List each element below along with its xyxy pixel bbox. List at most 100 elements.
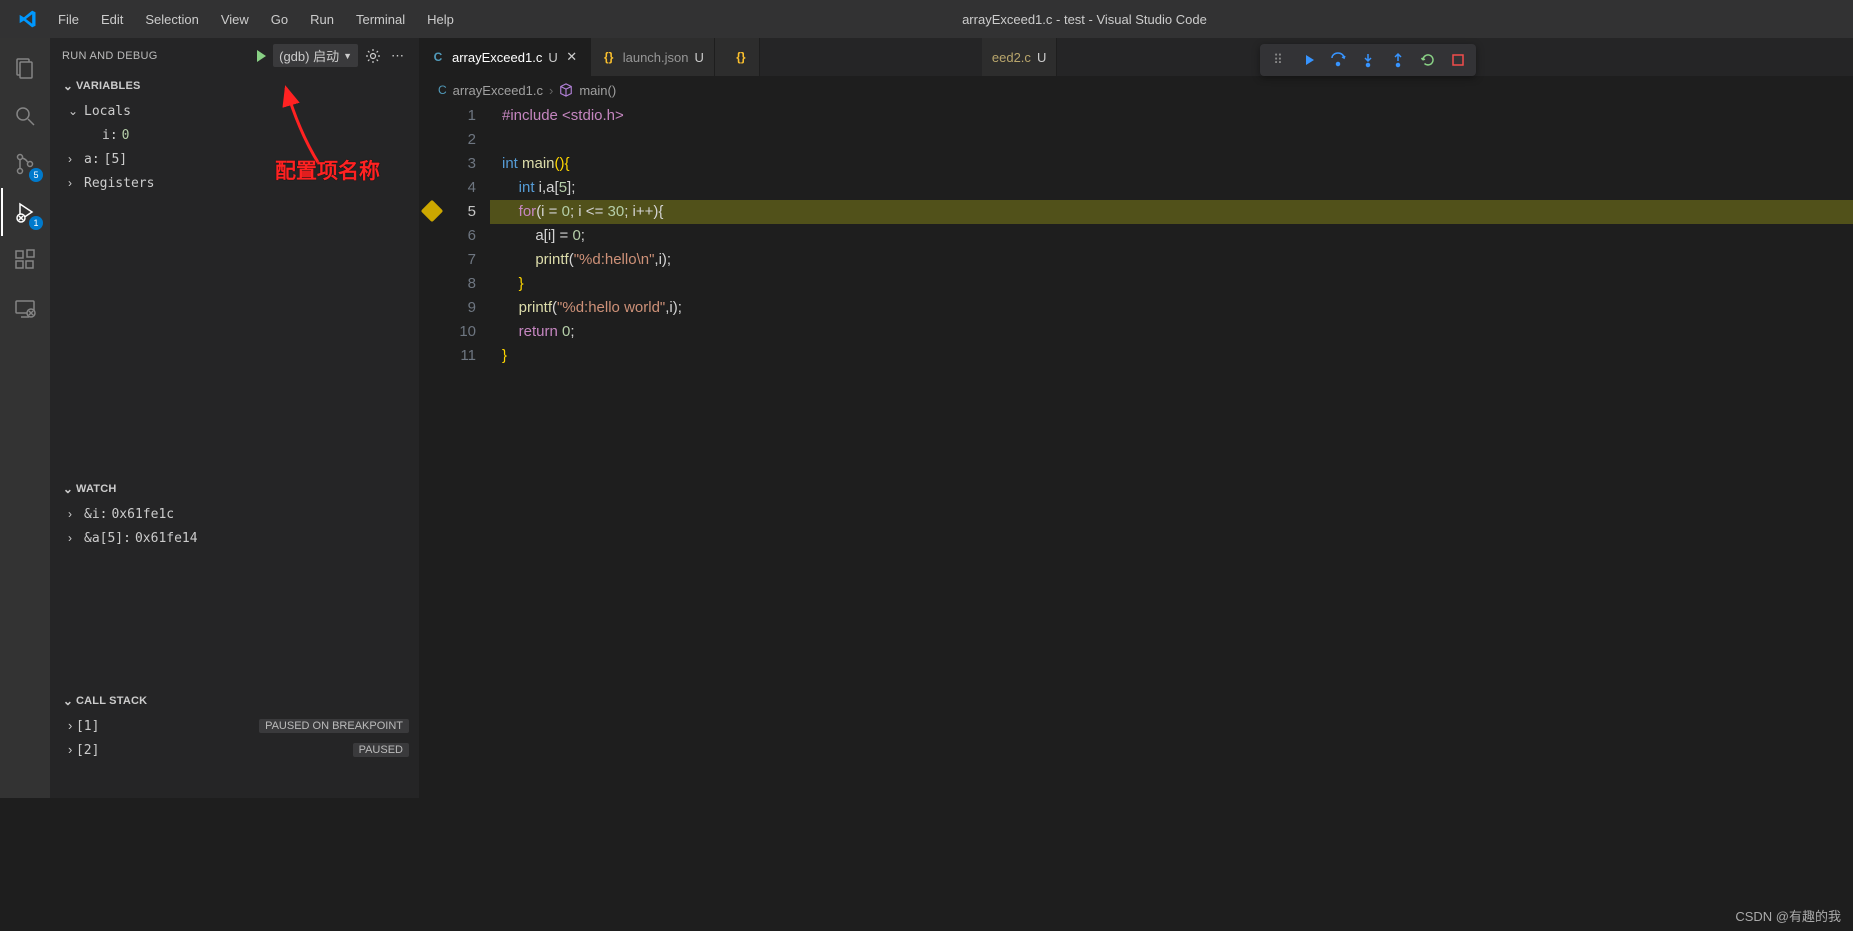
- editor-tabs: C arrayExceed1.c U ✕ {} launch.json U {}…: [420, 38, 1853, 76]
- sidebar-title: RUN AND DEBUG: [62, 50, 253, 62]
- line-number[interactable]: 11: [446, 344, 476, 368]
- chevron-right-icon: ›: [549, 83, 553, 98]
- line-number[interactable]: 2: [446, 128, 476, 152]
- chevron-right-icon: ›: [68, 152, 84, 166]
- activity-remote[interactable]: [1, 284, 49, 332]
- menu-run[interactable]: Run: [300, 8, 344, 31]
- debug-stop-button[interactable]: [1444, 47, 1472, 73]
- code-line[interactable]: [490, 128, 1853, 152]
- line-number[interactable]: 8: [446, 272, 476, 296]
- callstack-label: CALL STACK: [76, 695, 147, 707]
- chevron-right-icon: ›: [68, 531, 84, 545]
- callstack-header[interactable]: ⌄ CALL STACK: [50, 688, 419, 714]
- chevron-down-icon: ▼: [343, 51, 352, 61]
- editor-group: ⠿ C arrayExceed1.c U ✕ {} launch.json U …: [420, 38, 1853, 798]
- debug-step-out-button[interactable]: [1384, 47, 1412, 73]
- debug-step-into-button[interactable]: [1354, 47, 1382, 73]
- variable-a-name: a:: [84, 152, 100, 167]
- line-number[interactable]: 7: [446, 248, 476, 272]
- variable-a[interactable]: › a: [5]: [50, 147, 419, 171]
- debug-toolbar[interactable]: ⠿: [1260, 44, 1476, 76]
- scm-badge: 5: [29, 168, 43, 182]
- menubar: File Edit Selection View Go Run Terminal…: [48, 8, 464, 31]
- code-line-current[interactable]: for(i = 0; i <= 30; i++){: [490, 200, 1853, 224]
- callstack-1-name: [1]: [76, 719, 99, 734]
- activity-scm[interactable]: 5: [1, 140, 49, 188]
- variables-scope-registers[interactable]: › Registers: [50, 171, 419, 195]
- code-line[interactable]: #include <stdio.h>: [490, 104, 1853, 128]
- debug-more-button[interactable]: ⋯: [388, 45, 407, 67]
- watch-expr-2[interactable]: › &a[5]: 0x61fe14: [50, 526, 419, 550]
- line-number[interactable]: 3: [446, 152, 476, 176]
- menu-selection[interactable]: Selection: [135, 8, 208, 31]
- watch-expr-1[interactable]: › &i: 0x61fe1c: [50, 502, 419, 526]
- watch-1-value: 0x61fe1c: [107, 507, 174, 522]
- variables-scope-locals[interactable]: ⌄ Locals: [50, 99, 419, 123]
- tab-arrayexceed1[interactable]: C arrayExceed1.c U ✕: [420, 38, 591, 76]
- tab-3-label: eed2.c: [992, 50, 1031, 65]
- debug-restart-button[interactable]: [1414, 47, 1442, 73]
- activity-debug[interactable]: 1: [1, 188, 49, 236]
- tab-3-modified: U: [1037, 50, 1046, 65]
- menu-file[interactable]: File: [48, 8, 89, 31]
- gutter[interactable]: 1 2 3 4 5 6 7 8 9 10 11: [420, 104, 490, 798]
- debug-badge: 1: [29, 216, 43, 230]
- chevron-right-icon: ›: [68, 742, 72, 757]
- breadcrumb[interactable]: C arrayExceed1.c › main(): [420, 76, 1853, 104]
- watch-section: ⌄ WATCH › &i: 0x61fe1c › &a[5]: 0x61fe14: [50, 476, 419, 688]
- variables-header[interactable]: ⌄ VARIABLES: [50, 73, 419, 99]
- breadcrumb-file[interactable]: arrayExceed1.c: [453, 83, 543, 98]
- menu-edit[interactable]: Edit: [91, 8, 133, 31]
- debug-continue-button[interactable]: [1294, 47, 1322, 73]
- code-line[interactable]: }: [490, 272, 1853, 296]
- debug-start-button[interactable]: [253, 48, 269, 64]
- menu-view[interactable]: View: [211, 8, 259, 31]
- watch-header[interactable]: ⌄ WATCH: [50, 476, 419, 502]
- callstack-frame-1[interactable]: › [1] PAUSED ON BREAKPOINT: [50, 714, 419, 738]
- debug-config-select[interactable]: (gdb) 启动 ▼: [273, 44, 358, 67]
- tab-eed2[interactable]: eed2.c U: [982, 38, 1057, 76]
- grip-icon[interactable]: ⠿: [1264, 47, 1292, 73]
- menu-terminal[interactable]: Terminal: [346, 8, 415, 31]
- variables-label: VARIABLES: [76, 80, 141, 92]
- code-line[interactable]: printf("%d:hello world",i);: [490, 296, 1853, 320]
- watch-1-name: &i:: [84, 507, 107, 522]
- debug-settings-button[interactable]: [362, 45, 384, 67]
- code-line[interactable]: int i,a[5];: [490, 176, 1853, 200]
- line-number-current[interactable]: 5: [446, 200, 476, 224]
- callstack-frame-2[interactable]: › [2] PAUSED: [50, 738, 419, 762]
- menu-go[interactable]: Go: [261, 8, 298, 31]
- line-number[interactable]: 6: [446, 224, 476, 248]
- vscode-logo-icon: [18, 9, 38, 29]
- code-line[interactable]: printf("%d:hello\n",i);: [490, 248, 1853, 272]
- titlebar: File Edit Selection View Go Run Terminal…: [0, 0, 1853, 38]
- tab-launchjson[interactable]: {} launch.json U: [591, 38, 715, 76]
- breakpoint-current-icon: [421, 200, 444, 223]
- line-number[interactable]: 9: [446, 296, 476, 320]
- tab-json-unnamed[interactable]: {}: [715, 38, 760, 76]
- line-number[interactable]: 1: [446, 104, 476, 128]
- close-icon[interactable]: ✕: [564, 49, 580, 65]
- activity-search[interactable]: [1, 92, 49, 140]
- activity-explorer[interactable]: [1, 44, 49, 92]
- code-line[interactable]: }: [490, 344, 1853, 368]
- variable-i[interactable]: i: 0: [50, 123, 419, 147]
- menu-help[interactable]: Help: [417, 8, 464, 31]
- watch-label: WATCH: [76, 483, 117, 495]
- tab-1-modified: U: [548, 50, 557, 65]
- code-line[interactable]: int main(){: [490, 152, 1853, 176]
- editor[interactable]: 1 2 3 4 5 6 7 8 9 10 11 #include <stdio.…: [420, 104, 1853, 798]
- c-file-icon: C: [430, 49, 446, 65]
- code-line[interactable]: return 0;: [490, 320, 1853, 344]
- line-number[interactable]: 4: [446, 176, 476, 200]
- line-number[interactable]: 10: [446, 320, 476, 344]
- breadcrumb-symbol[interactable]: main(): [579, 83, 616, 98]
- code-area[interactable]: #include <stdio.h> int main(){ int i,a[5…: [490, 104, 1853, 798]
- chevron-right-icon: ›: [68, 507, 84, 521]
- activity-extensions[interactable]: [1, 236, 49, 284]
- chevron-down-icon: ⌄: [60, 79, 76, 93]
- code-line[interactable]: a[i] = 0;: [490, 224, 1853, 248]
- tab-2-label: launch.json: [623, 50, 689, 65]
- debug-step-over-button[interactable]: [1324, 47, 1352, 73]
- json-file-icon: {}: [733, 49, 749, 65]
